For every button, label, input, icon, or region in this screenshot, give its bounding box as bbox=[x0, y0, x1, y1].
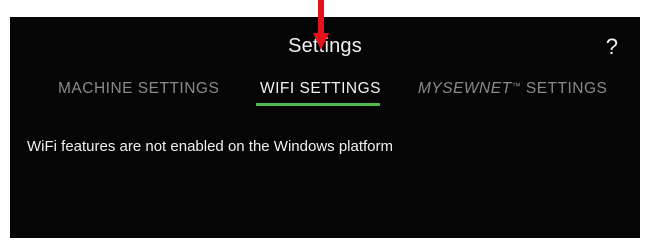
tab-label-suffix: SETTINGS bbox=[521, 80, 608, 97]
mysewnet-brand: MYSEWNET bbox=[418, 80, 512, 97]
screenshot-stage: Settings ? MACHINE SETTINGS WIFI SETTING… bbox=[0, 0, 648, 243]
wifi-disabled-message: WiFi features are not enabled on the Win… bbox=[27, 138, 394, 155]
active-tab-underline bbox=[256, 103, 380, 106]
trademark-symbol: ™ bbox=[511, 81, 522, 91]
tab-machine-settings[interactable]: MACHINE SETTINGS bbox=[58, 80, 219, 98]
help-button[interactable]: ? bbox=[606, 34, 618, 60]
down-arrow-icon bbox=[313, 0, 329, 50]
tab-wifi-settings[interactable]: WIFI SETTINGS bbox=[260, 80, 381, 98]
tab-mysewnet-settings[interactable]: MYSEWNET™ SETTINGS bbox=[418, 80, 607, 98]
